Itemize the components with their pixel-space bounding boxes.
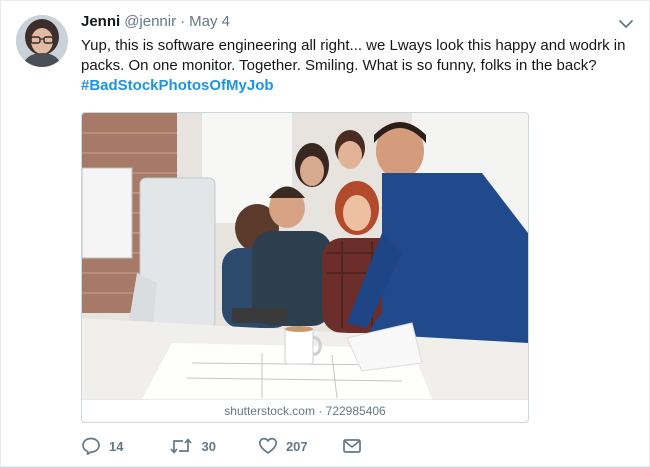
chevron-down-icon[interactable] <box>617 17 635 31</box>
stock-photo[interactable] <box>82 113 528 399</box>
heart-icon <box>258 436 278 456</box>
media-card[interactable]: shutterstock.com · 722985406 <box>81 112 529 423</box>
author-handle[interactable]: @jennir <box>124 13 176 30</box>
tweet-text: Yup, this is software engineering all ri… <box>81 36 637 96</box>
tweet-text-line-2: packs. On one monitor. Together. Smiling… <box>81 57 597 74</box>
attribution-id: 722985406 <box>325 404 386 418</box>
reply-button[interactable]: 14 <box>81 436 123 456</box>
author-name[interactable]: Jenni <box>81 13 120 30</box>
tweet-text-line-1: Yup, this is software engineering all ri… <box>81 37 626 54</box>
tweet-header: Jenni @jennir · May 4 <box>81 13 230 33</box>
direct-message-button[interactable] <box>342 436 362 456</box>
avatar[interactable] <box>16 15 68 67</box>
hashtag-link[interactable]: #BadStockPhotosOfMyJob <box>81 77 274 94</box>
reply-icon <box>81 436 101 456</box>
attribution-separator: · <box>318 404 323 418</box>
retweet-button[interactable]: 30 <box>169 436 216 456</box>
tweet-card[interactable]: Jenni @jennir · May 4 Yup, this is softw… <box>0 0 650 467</box>
like-button[interactable]: 207 <box>258 436 308 456</box>
attribution-site: shutterstock.com <box>224 404 315 418</box>
header-separator: · <box>180 13 186 30</box>
like-count: 207 <box>285 438 308 454</box>
tweet-actions: 14 30 207 <box>81 435 362 457</box>
envelope-icon <box>342 436 362 456</box>
retweet-icon <box>169 436 193 456</box>
retweet-count: 30 <box>201 438 216 454</box>
reply-count: 14 <box>109 438 124 454</box>
media-attribution: shutterstock.com · 722985406 <box>82 399 528 422</box>
tweet-date[interactable]: May 4 <box>189 13 230 30</box>
